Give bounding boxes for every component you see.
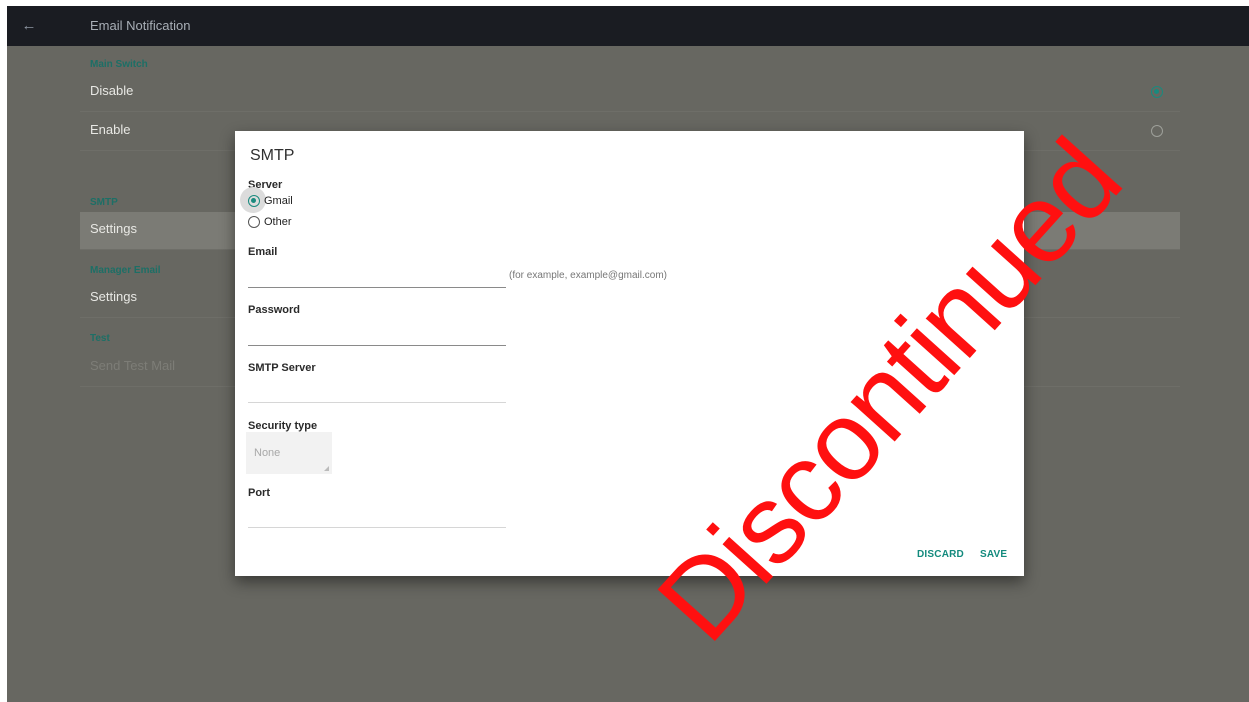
save-button[interactable]: SAVE: [980, 549, 1007, 560]
screen: ← Email Notification Main Switch Disable…: [7, 6, 1249, 702]
resize-corner-icon: [324, 466, 329, 471]
port-label: Port: [248, 487, 270, 499]
security-type-value: None: [254, 447, 281, 459]
arrow-left-icon[interactable]: ←: [19, 16, 39, 36]
enable-label: Enable: [90, 122, 131, 137]
email-field[interactable]: [248, 262, 506, 288]
gmail-radio[interactable]: [248, 195, 260, 207]
port-field[interactable]: [248, 502, 506, 528]
email-hint: (for example, example@gmail.com): [509, 270, 667, 281]
manager-email-settings-label: Settings: [90, 289, 137, 304]
security-type-select[interactable]: None: [246, 432, 332, 474]
smtp-server-label: SMTP Server: [248, 362, 316, 374]
section-main-switch: Main Switch: [90, 59, 148, 70]
enable-radio[interactable]: [1151, 125, 1163, 137]
app-bar-title: Email Notification: [90, 18, 191, 33]
section-smtp: SMTP: [90, 197, 118, 208]
smtp-server-field[interactable]: [248, 377, 506, 403]
disable-radio[interactable]: [1151, 86, 1163, 98]
send-test-mail-label: Send Test Mail: [90, 358, 176, 373]
dialog-title: SMTP: [250, 147, 295, 164]
other-label: Other: [264, 216, 292, 228]
server-option-gmail[interactable]: Gmail: [248, 193, 293, 209]
discard-button[interactable]: DISCARD: [917, 549, 964, 560]
section-manager-email: Manager Email: [90, 265, 161, 276]
main-switch-disable-row[interactable]: Disable: [80, 74, 1180, 112]
gmail-label: Gmail: [264, 195, 293, 207]
password-label: Password: [248, 304, 300, 316]
server-option-other[interactable]: Other: [248, 214, 292, 230]
section-test: Test: [90, 333, 110, 344]
smtp-settings-label: Settings: [90, 221, 137, 236]
app-bar: ← Email Notification: [7, 6, 1249, 46]
disable-label: Disable: [90, 83, 134, 98]
other-radio[interactable]: [248, 216, 260, 228]
security-type-label: Security type: [248, 420, 318, 432]
password-field[interactable]: [248, 320, 506, 346]
email-label: Email: [248, 246, 278, 258]
